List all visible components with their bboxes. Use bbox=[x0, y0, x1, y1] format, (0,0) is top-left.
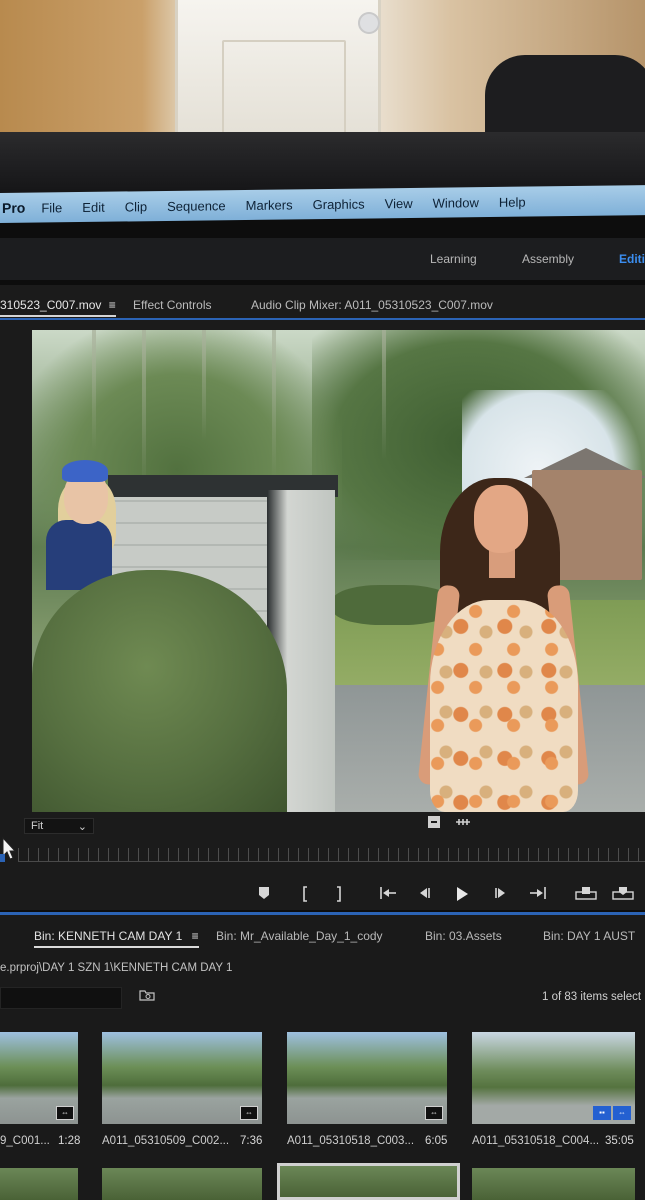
play-button[interactable] bbox=[455, 886, 469, 905]
menu-sequence[interactable]: Sequence bbox=[167, 198, 226, 214]
clip-type-icon: ⇔ bbox=[425, 1106, 443, 1120]
clip-thumbnail[interactable]: ⇔ bbox=[102, 1032, 262, 1124]
time-ruler-base bbox=[18, 861, 645, 862]
workspace-editing[interactable]: Editi bbox=[619, 252, 645, 266]
spanish-moss bbox=[142, 330, 146, 490]
clip-thumbnail[interactable]: ⇔ bbox=[287, 1032, 447, 1124]
person-right-head bbox=[474, 485, 528, 553]
menu-markers[interactable]: Markers bbox=[246, 197, 293, 213]
menu-edit[interactable]: Edit bbox=[82, 199, 104, 214]
mark-out-icon bbox=[337, 886, 341, 902]
mark-out-button[interactable] bbox=[334, 886, 344, 905]
panel-focus-line bbox=[0, 318, 645, 320]
clip-duration: 35:05 bbox=[605, 1135, 634, 1147]
go-to-in-button[interactable] bbox=[379, 886, 397, 903]
workspace-assembly[interactable]: Assembly bbox=[522, 252, 574, 266]
marker-icon bbox=[259, 887, 269, 899]
bin-tab-assets[interactable]: Bin: 03.Assets bbox=[425, 929, 502, 943]
video-preview[interactable] bbox=[32, 330, 645, 812]
app-name[interactable]: Pro bbox=[2, 200, 25, 216]
door-panel bbox=[222, 40, 346, 140]
bush bbox=[32, 570, 287, 812]
bin-tab-kenneth-cam[interactable]: Bin: KENNETH CAM DAY 1 ≡ bbox=[34, 929, 199, 948]
clip-thumbnail[interactable] bbox=[0, 1168, 78, 1200]
clip-thumbnail[interactable] bbox=[472, 1168, 635, 1200]
mark-in-button[interactable] bbox=[300, 886, 310, 905]
spanish-moss bbox=[92, 330, 96, 450]
play-icon bbox=[457, 887, 468, 901]
spanish-moss bbox=[272, 330, 276, 480]
item-count: 1 of 83 items select bbox=[542, 991, 642, 1003]
chevron-down-icon: ⌄ bbox=[77, 820, 87, 833]
clip-thumbnail-selected[interactable]: ▪▪ ⇔ bbox=[472, 1032, 635, 1124]
tab-effect-controls[interactable]: Effect Controls bbox=[133, 298, 211, 312]
insert-icon bbox=[575, 887, 597, 900]
insert-button[interactable] bbox=[575, 886, 597, 903]
bin-tab-menu-icon[interactable]: ≡ bbox=[192, 929, 199, 943]
overwrite-button[interactable] bbox=[612, 886, 634, 903]
menu-help[interactable]: Help bbox=[499, 194, 526, 209]
bin-tab-label: Bin: KENNETH CAM DAY 1 bbox=[34, 929, 183, 943]
go-to-out-icon bbox=[530, 887, 546, 899]
clip-thumbnail[interactable]: ⇔ bbox=[0, 1032, 78, 1124]
clip-thumbnail-selected[interactable] bbox=[277, 1163, 460, 1200]
time-ruler[interactable] bbox=[18, 848, 645, 862]
person-right-dress bbox=[430, 600, 578, 812]
bin-tab-day1-aust[interactable]: Bin: DAY 1 AUST bbox=[543, 929, 635, 943]
clip-type-icon: ⇔ bbox=[240, 1106, 258, 1120]
monitor-tabs: 310523_C007.mov ≡ Effect Controls Audio … bbox=[0, 288, 645, 320]
go-to-out-button[interactable] bbox=[529, 886, 547, 903]
wrench-glyph bbox=[456, 819, 470, 825]
resolution-glyph bbox=[428, 816, 440, 828]
clip-name: 9_C001... bbox=[0, 1135, 50, 1147]
bin-search-input[interactable] bbox=[0, 987, 122, 1009]
clip-duration: 6:05 bbox=[425, 1135, 448, 1147]
clip-audio-icon: ▪▪ bbox=[593, 1106, 611, 1120]
transport-controls bbox=[0, 880, 645, 910]
menu-window[interactable]: Window bbox=[433, 195, 479, 211]
step-back-button[interactable] bbox=[417, 886, 431, 903]
bin-tab-mr-available[interactable]: Bin: Mr_Available_Day_1_cody bbox=[216, 929, 383, 943]
step-forward-icon bbox=[495, 888, 505, 898]
zoom-fit-dropdown[interactable]: Fit ⌄ bbox=[24, 818, 94, 834]
menu-view[interactable]: View bbox=[385, 195, 413, 210]
bin-path: e.prproj\DAY 1 SZN 1\KENNETH CAM DAY 1 bbox=[0, 962, 233, 974]
clip-duration: 1:28 bbox=[58, 1135, 81, 1147]
menu-file[interactable]: File bbox=[41, 200, 62, 215]
folder-icon[interactable] bbox=[139, 989, 155, 1004]
clip-type-icon: ⇔ bbox=[613, 1106, 631, 1120]
tab-source-label: 310523_C007.mov bbox=[0, 298, 102, 312]
clip-duration: 7:36 bbox=[240, 1135, 263, 1147]
tab-source[interactable]: 310523_C007.mov ≡ bbox=[0, 298, 116, 317]
mark-in-icon bbox=[303, 886, 307, 902]
settings-wrench-icon[interactable] bbox=[455, 816, 471, 831]
fit-value: Fit bbox=[31, 820, 44, 832]
clip-name: A011_05310518_C004... bbox=[472, 1135, 600, 1147]
clip-name: A011_05310518_C003... bbox=[287, 1135, 415, 1147]
menu-graphics[interactable]: Graphics bbox=[313, 196, 365, 212]
menu-clip[interactable]: Clip bbox=[125, 199, 147, 214]
laptop-bezel bbox=[0, 132, 645, 194]
step-back-icon bbox=[420, 888, 430, 898]
clip-thumbnail[interactable] bbox=[102, 1168, 262, 1200]
tab-menu-icon[interactable]: ≡ bbox=[109, 298, 116, 312]
clip-type-icon: ⇔ bbox=[56, 1106, 74, 1120]
go-to-in-icon bbox=[380, 887, 396, 899]
wall-light bbox=[358, 12, 380, 34]
resolution-icon[interactable] bbox=[428, 816, 440, 831]
spanish-moss bbox=[202, 330, 206, 440]
overwrite-icon bbox=[612, 887, 634, 900]
mouse-cursor-icon bbox=[0, 836, 17, 862]
clip-name: A011_05310509_C002... bbox=[102, 1135, 230, 1147]
add-marker-button[interactable] bbox=[258, 886, 270, 903]
spanish-moss bbox=[382, 330, 386, 460]
step-forward-button[interactable] bbox=[494, 886, 508, 903]
person-left-cap bbox=[62, 460, 108, 482]
workspace-learning[interactable]: Learning bbox=[430, 252, 477, 266]
tab-audio-clip-mixer[interactable]: Audio Clip Mixer: A011_05310523_C007.mov bbox=[251, 298, 493, 312]
folder-glyph bbox=[139, 990, 155, 1001]
workspace-bar: Learning Assembly Editi bbox=[0, 238, 645, 280]
